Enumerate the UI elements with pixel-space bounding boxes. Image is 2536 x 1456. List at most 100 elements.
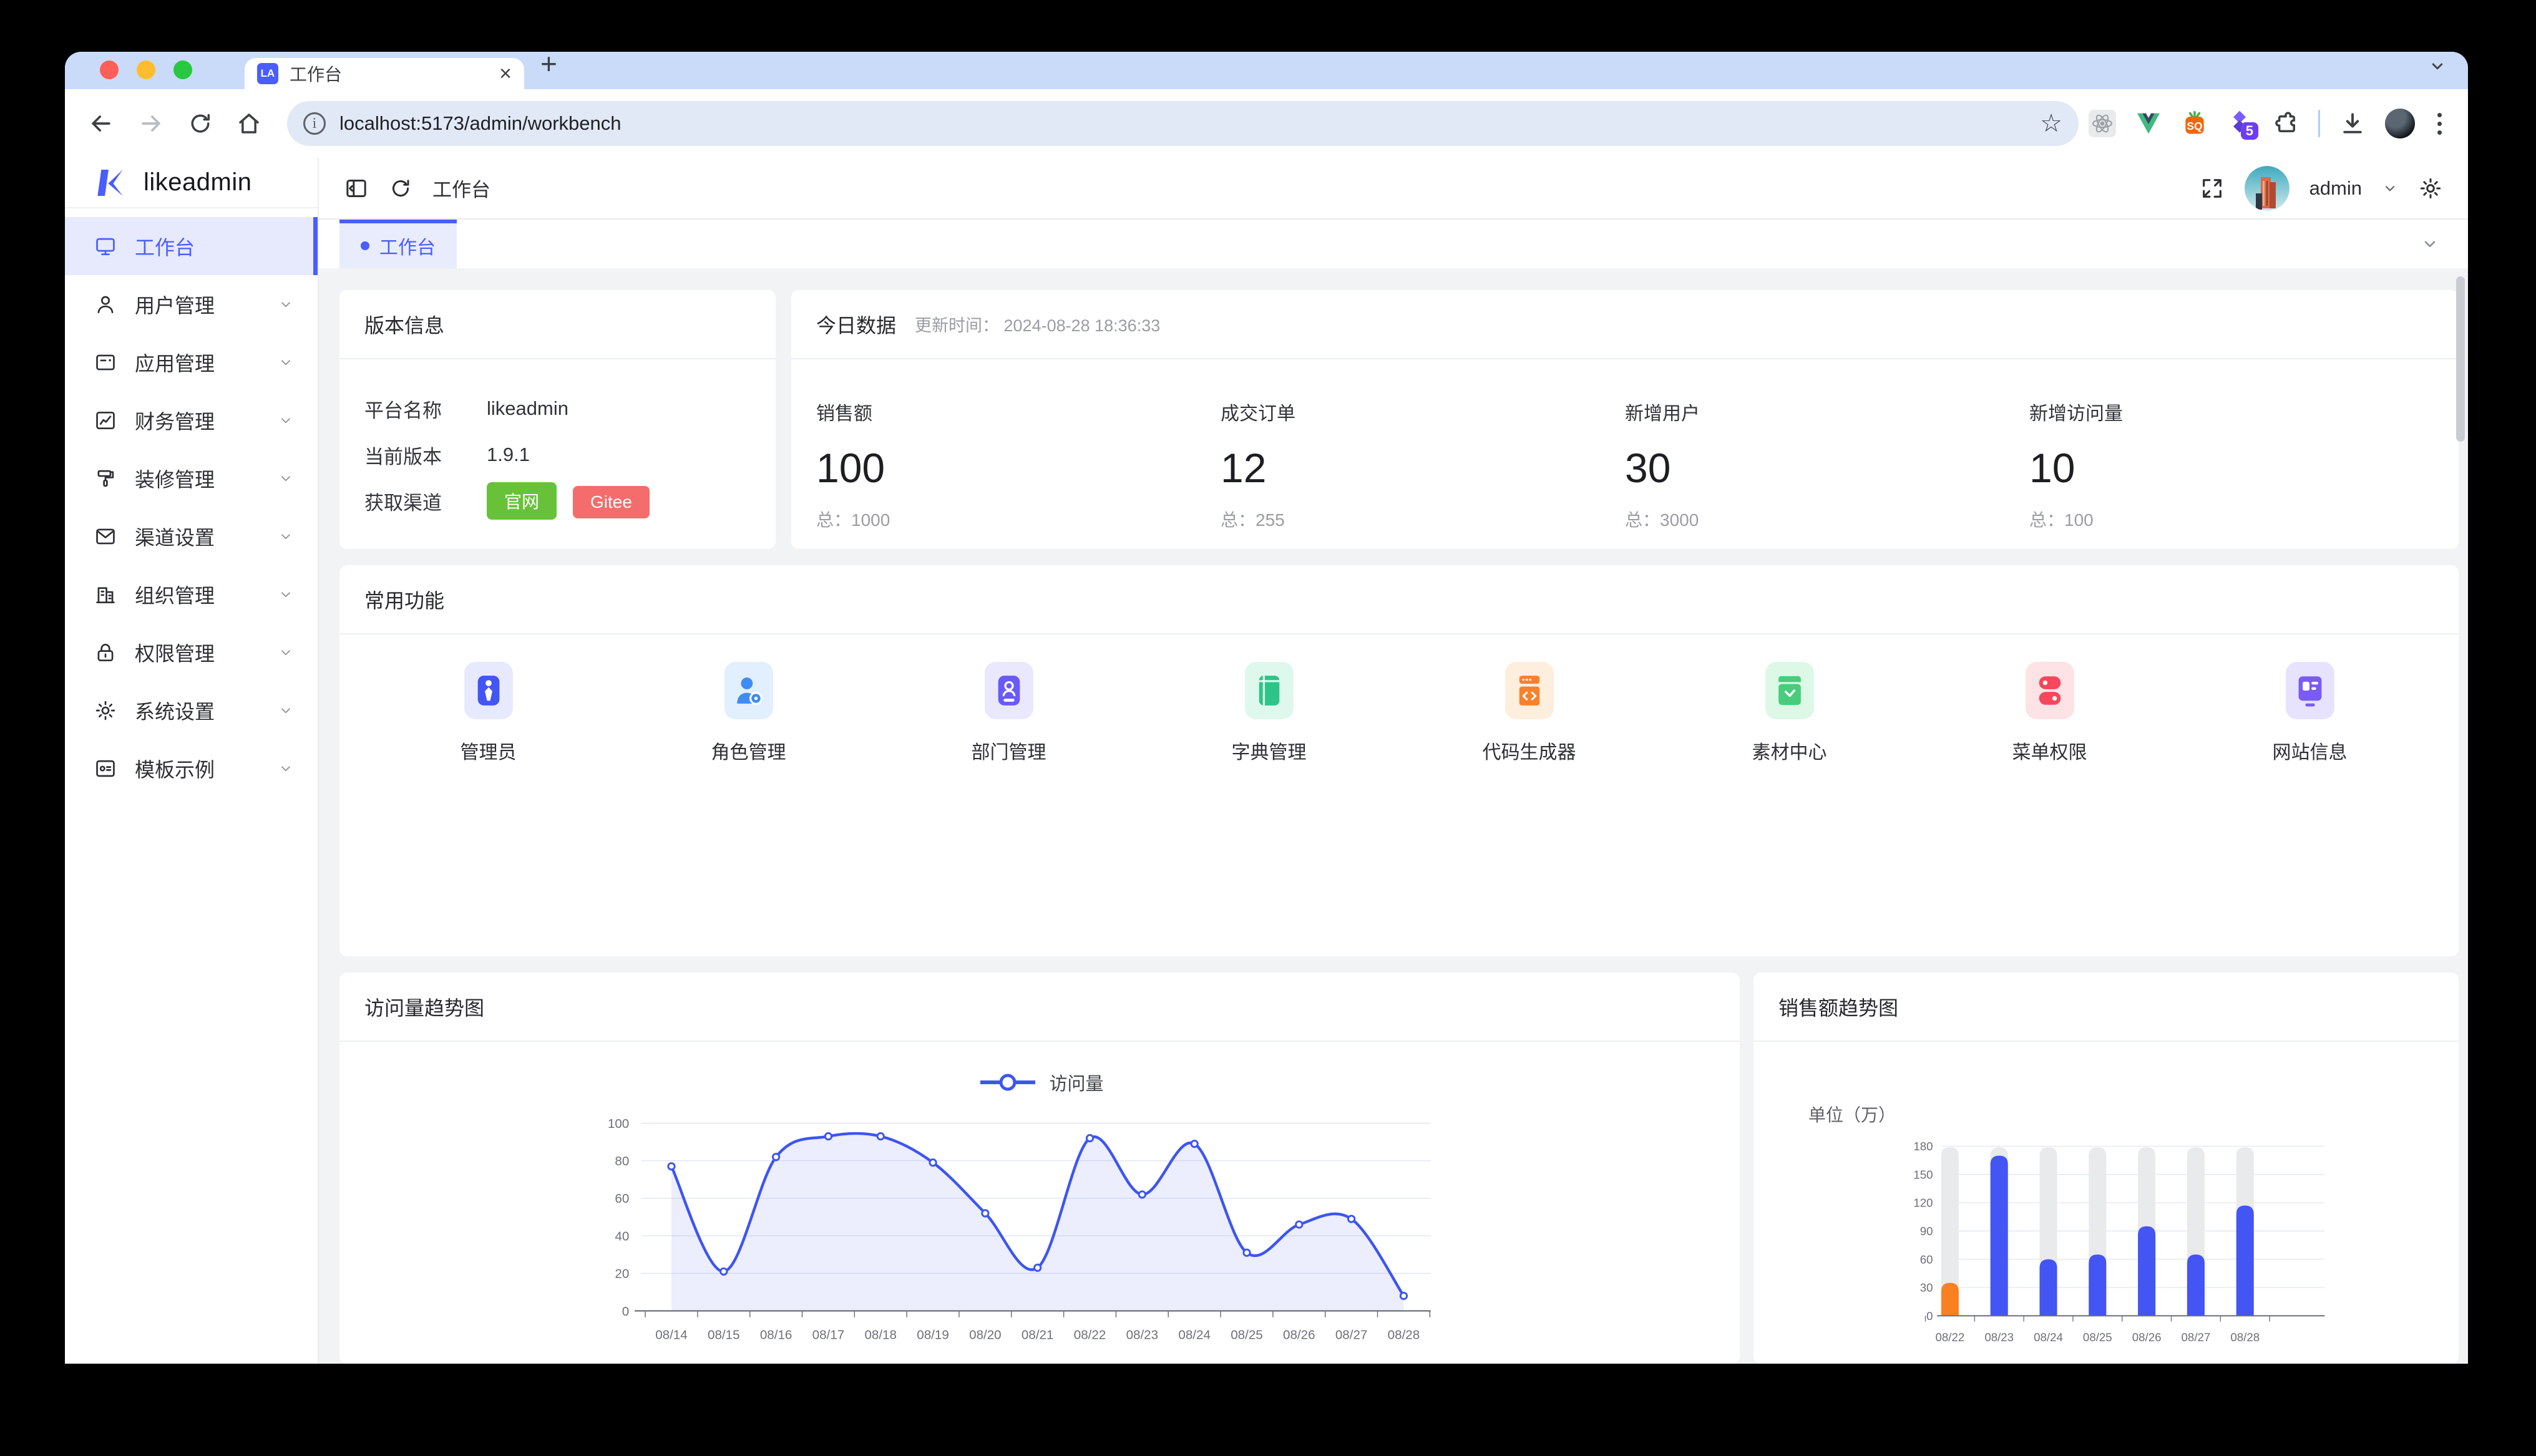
svg-text:08/24: 08/24	[2034, 1331, 2063, 1344]
sidebar-item-template[interactable]: 模板示例	[65, 739, 318, 797]
svg-text:08/14: 08/14	[655, 1327, 688, 1342]
feature-item[interactable]: 管理员	[358, 662, 618, 764]
sidebar-item-channel[interactable]: 渠道设置	[65, 507, 318, 565]
stat-label: 成交订单	[1221, 398, 1625, 425]
sidebar-item-label: 组织管理	[135, 580, 215, 609]
url-text[interactable]: localhost:5173/admin/workbench	[339, 112, 2040, 135]
visits-line-chart: 02040608010008/1408/1508/1608/1708/1808/…	[339, 1107, 1740, 1364]
app-logo[interactable]: likeadmin	[65, 158, 318, 208]
zoom-window-button[interactable]	[173, 61, 192, 79]
downloads-icon[interactable]	[2339, 110, 2366, 137]
visits-chart-title: 访问量趋势图	[339, 973, 1740, 1042]
chevron-down-icon	[278, 470, 294, 487]
sidebar-item-label: 应用管理	[135, 348, 215, 377]
feature-item[interactable]: 部门管理	[879, 662, 1139, 764]
code-icon	[1505, 662, 1554, 719]
tab-close-icon[interactable]: ×	[499, 63, 512, 84]
stat-total: 总：3000	[1625, 507, 2029, 531]
sidebar-item-user[interactable]: 用户管理	[65, 275, 318, 333]
svg-text:08/15: 08/15	[708, 1327, 740, 1342]
browser-window: LA 工作台 × + i localhost:5173/admin/workbe…	[65, 52, 2468, 1364]
feature-item[interactable]: 素材中心	[1659, 662, 1919, 764]
material-icon	[1765, 662, 1814, 719]
website-icon	[2286, 662, 2334, 719]
user-avatar[interactable]	[2245, 166, 2290, 211]
feature-item[interactable]: 菜单权限	[1919, 662, 2180, 764]
feature-label: 代码生成器	[1483, 737, 1576, 764]
feature-label: 部门管理	[972, 737, 1046, 764]
svg-text:30: 30	[1920, 1281, 1933, 1294]
chevron-down-icon	[278, 354, 294, 371]
stat-label: 新增访问量	[2029, 398, 2434, 425]
svg-text:08/17: 08/17	[812, 1327, 845, 1342]
svg-text:08/18: 08/18	[864, 1327, 897, 1342]
org-icon	[94, 583, 117, 606]
tabbar-dropdown-chevron-icon[interactable]	[2421, 235, 2439, 253]
platform-name-row: 平台名称 likeadmin	[364, 386, 751, 432]
sidebar-item-gear[interactable]: 系统设置	[65, 681, 318, 739]
fullscreen-icon[interactable]	[2200, 176, 2225, 201]
dept-icon	[985, 662, 1033, 719]
home-icon[interactable]	[236, 110, 262, 137]
feature-item[interactable]: 代码生成器	[1399, 662, 1659, 764]
feature-item[interactable]: 字典管理	[1139, 662, 1399, 764]
stat-value: 30	[1625, 444, 2029, 492]
site-info-icon[interactable]: i	[303, 112, 326, 135]
official-site-button[interactable]: 官网	[487, 482, 557, 520]
browser-tab[interactable]: LA 工作台 ×	[245, 58, 524, 89]
gitee-button[interactable]: Gitee	[573, 486, 650, 518]
chevron-down-icon	[278, 412, 294, 429]
finance-icon	[94, 409, 117, 432]
new-tab-button[interactable]: +	[540, 52, 557, 78]
back-icon[interactable]	[87, 110, 115, 137]
react-devtools-icon[interactable]	[2089, 110, 2116, 137]
purple-extension-icon[interactable]: 5	[2227, 110, 2255, 137]
menu-auth-icon	[2026, 662, 2074, 719]
feature-item[interactable]: 角色管理	[618, 662, 879, 764]
dict-icon	[1245, 662, 1294, 719]
chevron-down-icon	[278, 702, 294, 719]
app-logo-text: likeadmin	[144, 168, 251, 197]
version-info-card: 版本信息 平台名称 likeadmin 当前版本 1.9.1 获	[339, 290, 776, 549]
page-tab-bar: 工作台	[319, 220, 2468, 268]
sidebar-item-lock[interactable]: 权限管理	[65, 623, 318, 681]
extensions-puzzle-icon[interactable]	[2273, 110, 2299, 137]
refresh-page-icon[interactable]	[389, 177, 412, 200]
url-bar[interactable]: i localhost:5173/admin/workbench ☆	[287, 101, 2079, 146]
sidebar-menu: 工作台用户管理应用管理财务管理装修管理渠道设置组织管理权限管理系统设置模板示例	[65, 208, 318, 797]
sidebar-item-label: 权限管理	[135, 638, 215, 667]
visits-legend[interactable]: 访问量	[339, 1069, 1740, 1095]
bookmark-star-icon[interactable]: ☆	[2040, 109, 2062, 138]
channel-icon	[94, 525, 117, 548]
user-menu-chevron-icon[interactable]	[2382, 180, 2398, 197]
sales-chart-title: 销售额趋势图	[1753, 973, 2459, 1042]
tab-list-chevron-icon[interactable]	[2428, 57, 2447, 75]
today-stat-2: 新增用户30总：3000	[1625, 398, 2029, 531]
sidebar-item-org[interactable]: 组织管理	[65, 565, 318, 623]
username-label[interactable]: admin	[2309, 177, 2362, 200]
vue-devtools-icon[interactable]	[2135, 110, 2162, 137]
sidebar-item-monitor[interactable]: 工作台	[65, 217, 318, 275]
tab-workbench[interactable]: 工作台	[339, 220, 457, 268]
svg-text:08/21: 08/21	[1022, 1327, 1054, 1342]
today-stat-0: 销售额100总：1000	[816, 398, 1221, 531]
chevron-down-icon	[278, 296, 294, 313]
sidebar-item-decorate[interactable]: 装修管理	[65, 449, 318, 507]
settings-gear-icon[interactable]	[2418, 176, 2443, 201]
minimize-window-button[interactable]	[137, 61, 155, 79]
browser-profile-avatar[interactable]	[2385, 109, 2415, 138]
browser-menu-icon[interactable]	[2434, 113, 2446, 135]
close-window-button[interactable]	[100, 61, 119, 79]
collapse-sidebar-icon[interactable]	[344, 176, 369, 201]
svg-text:08/27: 08/27	[2182, 1331, 2211, 1344]
updated-time-label: 更新时间： 2024-08-28 18:36:33	[915, 312, 1160, 336]
sidebar-item-label: 渠道设置	[135, 522, 215, 551]
svg-text:180: 180	[1913, 1140, 1933, 1153]
content-scrollbar[interactable]	[2456, 276, 2465, 442]
monitor-icon	[94, 235, 117, 258]
feature-item[interactable]: 网站信息	[2180, 662, 2440, 764]
sidebar-item-finance[interactable]: 财务管理	[65, 391, 318, 449]
reload-icon[interactable]	[187, 110, 213, 137]
sq-extension-icon[interactable]: SQ	[2181, 110, 2208, 137]
sidebar-item-app[interactable]: 应用管理	[65, 333, 318, 391]
